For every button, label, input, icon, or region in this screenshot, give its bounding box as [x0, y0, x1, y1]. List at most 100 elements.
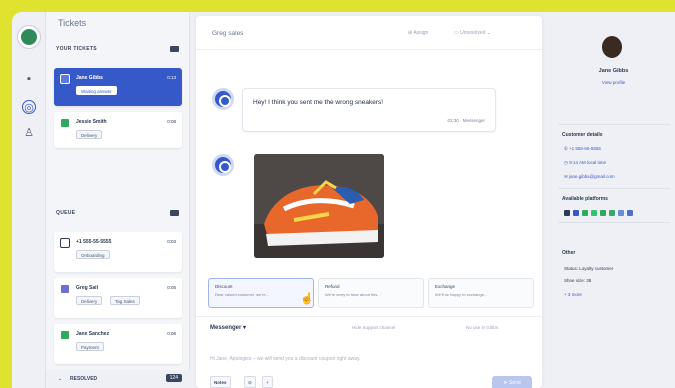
time-detail: ◷ 9:14 AM local time: [564, 160, 606, 165]
phone-detail[interactable]: ✆ +1 555-55-5555: [564, 146, 601, 152]
ticket-tag: Payment: [76, 342, 104, 351]
message-meta: 02:30 · Messenger: [447, 118, 485, 123]
sneaker-photo[interactable]: [254, 154, 384, 258]
phone-icon: [60, 238, 70, 248]
ticket-name: Jessie Smith: [76, 119, 107, 125]
nav-rail: ▪ ◎ ♙: [12, 12, 46, 388]
customer-name: Jane Gibbs: [598, 68, 629, 74]
ticket-tag: Delivery: [76, 130, 103, 139]
brand-logo[interactable]: [18, 26, 40, 48]
conversation-header: Greg sales ⊞ Assign ▭ Unresolved ⌄: [196, 16, 542, 50]
ticket-time: 0:05: [167, 285, 176, 290]
view-profile-link[interactable]: View profile: [552, 80, 675, 85]
ticket-item[interactable]: Greg Sail 0:05 Delivery Tag Sales: [54, 278, 182, 318]
message-bubble: Hey! I think you sent me the wrong sneak…: [242, 88, 496, 132]
message-text: Hey! I think you sent me the wrong sneak…: [253, 99, 384, 106]
send-label: Send: [508, 380, 521, 386]
divider: [558, 124, 670, 125]
channel-option[interactable]: No use in Gibbs: [466, 325, 498, 330]
app-window: ▪ ◎ ♙ Tickets YOUR TICKETS Jane Gibbs 0:…: [12, 12, 675, 388]
time-value: 9:14 AM local time: [569, 160, 606, 165]
ticket-name: +1 555-55-5555: [76, 239, 112, 245]
section-options-icon[interactable]: [170, 210, 179, 216]
chevron-down-icon: ⌄: [58, 376, 63, 382]
ticket-tag: Waiting answer: [76, 86, 117, 95]
tickets-icon[interactable]: ◎: [22, 100, 36, 114]
ticket-item[interactable]: Jessie Smith 0:08 Delivery: [54, 112, 182, 148]
platform-icon[interactable]: [618, 210, 624, 216]
platform-icon[interactable]: [573, 210, 579, 216]
platforms-title: Available platforms: [562, 196, 608, 202]
panel-title: Tickets: [58, 18, 87, 28]
platform-icon[interactable]: [609, 210, 615, 216]
template-card-refund[interactable]: Refund We're sorry to hear about this...: [318, 278, 424, 308]
users-icon[interactable]: ♙: [22, 126, 36, 140]
platform-icon[interactable]: [600, 210, 606, 216]
ticket-time: 0:03: [167, 239, 176, 244]
ticket-time: 0:06: [167, 331, 176, 336]
template-card-exchange[interactable]: Exchange We'll be happy to exchange...: [428, 278, 534, 308]
customer-avatar: [602, 36, 622, 58]
contact-name: Greg sales: [212, 30, 244, 37]
ticket-name: Jane Gibbs: [76, 75, 103, 81]
platform-icon[interactable]: [627, 210, 633, 216]
ticket-time: 0:08: [167, 119, 176, 124]
platform-icon[interactable]: [591, 210, 597, 216]
phone-value: +1 555-55-5555: [569, 146, 601, 151]
resolved-section[interactable]: ⌄ RESOLVED 124: [46, 370, 190, 388]
ticket-name: Jane Sanchez: [76, 331, 110, 337]
template-suggestions: Discount Dear valued customer, we're... …: [208, 278, 534, 308]
other-title: Other: [562, 250, 576, 256]
ticket-tag: Tag Sales: [110, 296, 140, 305]
channel-option[interactable]: Hide Support channel: [352, 325, 395, 330]
attach-button[interactable]: ⊘: [244, 376, 256, 388]
platform-icon[interactable]: [582, 210, 588, 216]
template-desc: Dear valued customer, we're...: [215, 292, 269, 297]
avatar: [60, 118, 70, 128]
section-label: QUEUE: [56, 210, 76, 216]
avatar: [60, 330, 70, 340]
email-value: jane.gibbs@gmail.com: [569, 174, 615, 179]
section-options-icon[interactable]: [170, 46, 179, 52]
ticket-item[interactable]: +1 555-55-5555 0:03 Onboarding: [54, 232, 182, 272]
customer-profile-panel: Jane Gibbs View profile Customer details…: [552, 12, 675, 388]
divider: [558, 222, 670, 223]
status-value: Status: Loyalty customer: [564, 266, 614, 271]
template-desc: We'll be happy to exchange...: [435, 292, 488, 297]
more-link[interactable]: + 3 more: [564, 292, 582, 297]
composer-header: Messenger ▾ Hide Support channel No use …: [196, 316, 542, 338]
ticket-item[interactable]: Jane Sanchez 0:06 Payment: [54, 324, 182, 364]
template-desc: We're sorry to hear about this...: [325, 292, 381, 297]
reply-input[interactable]: Hi Jane, Apologies – we will send you a …: [210, 356, 361, 362]
chat-icon[interactable]: ▪: [22, 72, 36, 86]
resolved-count-badge: 124: [165, 374, 182, 382]
platform-icon[interactable]: [564, 210, 570, 216]
shoe-size-value: Shoe size: 38: [564, 278, 592, 283]
channel-selector[interactable]: Messenger ▾: [210, 324, 246, 331]
status-dropdown[interactable]: ▭ Unresolved ⌄: [454, 30, 491, 36]
send-button[interactable]: ➤ Send: [492, 376, 532, 388]
add-button[interactable]: +: [262, 376, 273, 388]
avatar: [60, 284, 70, 294]
status-label: Unresolved: [460, 30, 486, 36]
ticket-name: Greg Sail: [76, 285, 98, 291]
divider: [558, 188, 670, 189]
section-label: YOUR TICKETS: [56, 46, 97, 52]
template-title: Exchange: [435, 284, 456, 289]
email-detail[interactable]: ✉ jane.gibbs@gmail.com: [564, 174, 615, 180]
ticket-item[interactable]: Jane Gibbs 0:13 Waiting answer: [54, 68, 182, 106]
bot-avatar: [212, 88, 234, 110]
notes-button[interactable]: Notes: [210, 376, 231, 388]
assign-button[interactable]: ⊞ Assign: [408, 30, 428, 36]
tickets-panel: Tickets YOUR TICKETS Jane Gibbs 0:13 Wai…: [46, 12, 190, 388]
assign-label: Assign: [413, 30, 429, 36]
template-title: Discount: [215, 284, 233, 289]
sneaker-image: [254, 154, 384, 258]
conversation-panel: Greg sales ⊞ Assign ▭ Unresolved ⌄ Hey! …: [196, 16, 542, 388]
hand-cursor-icon: ☝: [300, 293, 314, 305]
template-card-discount[interactable]: Discount Dear valued customer, we're...: [208, 278, 314, 308]
ticket-time: 0:13: [167, 75, 176, 80]
bot-avatar: [212, 154, 234, 176]
template-title: Refund: [325, 284, 340, 289]
details-title: Customer details: [562, 132, 603, 138]
